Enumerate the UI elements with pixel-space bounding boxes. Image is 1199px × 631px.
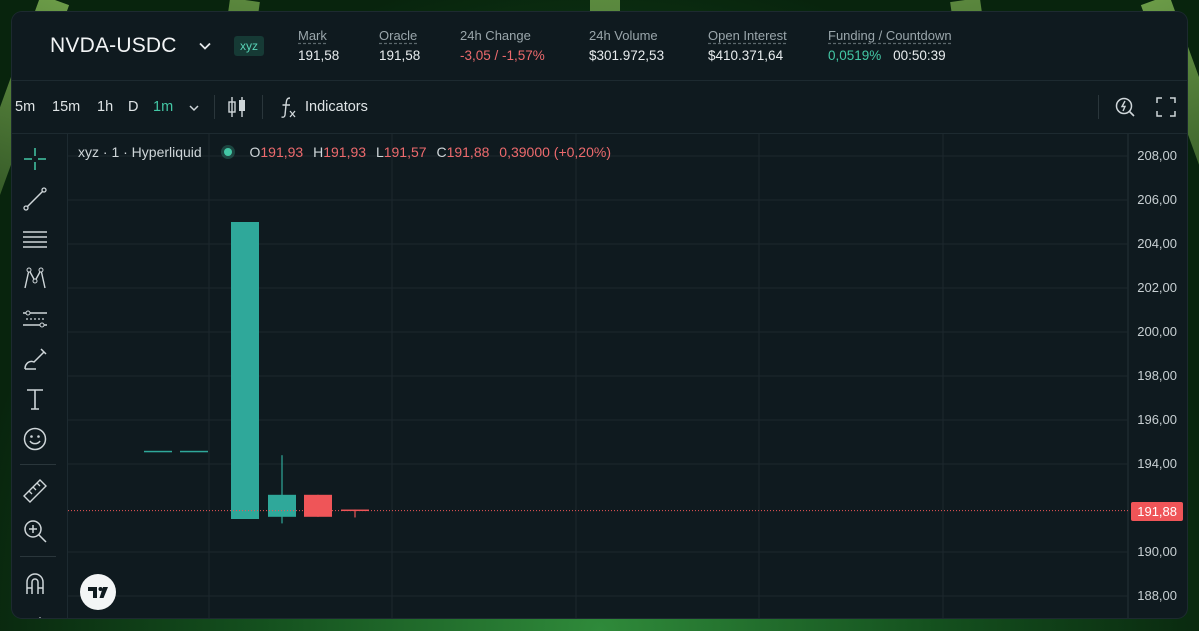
function-icon xyxy=(281,97,296,118)
dex-badge: xyz xyxy=(234,36,264,56)
ohlc-legend: xyz · 1 · Hyperliquid O191,93 H191,93 L1… xyxy=(78,144,617,160)
timeframe-5m[interactable]: 5m xyxy=(15,99,35,115)
legend-change: 0,39000 (+0,20%) xyxy=(499,144,611,160)
trading-panel: NVDA-USDC xyz Mark 191,58 Oracle 191,58 … xyxy=(12,12,1187,618)
price-chart[interactable]: xyz · 1 · Hyperliquid O191,93 H191,93 L1… xyxy=(68,134,1187,618)
zoom-in-icon[interactable] xyxy=(22,518,48,544)
legend-high-key: H xyxy=(313,144,324,160)
candle-body xyxy=(144,450,172,453)
candle-body xyxy=(341,509,369,512)
current-price-tag: 191,88 xyxy=(1131,501,1183,521)
text-icon[interactable] xyxy=(22,386,48,412)
pair-name[interactable]: NVDA-USDC xyxy=(50,34,177,58)
legend-open: 191,93 xyxy=(260,144,304,160)
funding-countdown: 00:50:39 xyxy=(893,48,946,63)
stat-value: $410.371,64 xyxy=(708,48,784,63)
toolbar-divider xyxy=(20,464,56,465)
stat-label: 24h Volume xyxy=(589,28,658,43)
timeframe-1h[interactable]: 1h xyxy=(97,99,113,115)
price-tick-label: 188,00 xyxy=(1137,588,1177,603)
price-tick-label: 202,00 xyxy=(1137,280,1177,295)
legend-open-key: O xyxy=(249,144,261,160)
fullscreen-icon[interactable] xyxy=(1155,96,1177,118)
legend-low-key: L xyxy=(375,144,384,160)
chart-toolbar: 5m 15m 1h D 1m Indicators xyxy=(12,81,1187,134)
legend-symbol[interactable]: xyz · 1 · Hyperliquid xyxy=(78,144,202,160)
market-status-dot xyxy=(223,148,232,156)
candle-body xyxy=(304,494,332,517)
stat-label[interactable]: Open Interest xyxy=(708,28,787,43)
ruler-icon[interactable] xyxy=(22,478,48,504)
price-tick-label: 190,00 xyxy=(1137,544,1177,559)
legend-low: 191,57 xyxy=(383,144,427,160)
stat-label[interactable]: Funding / Countdown xyxy=(828,28,952,43)
stat-open-interest: Open Interest $410.371,64 xyxy=(708,28,787,63)
timeframe-1m[interactable]: 1m xyxy=(153,99,173,115)
stat-value: 0,0519% 00:50:39 xyxy=(828,48,952,63)
price-tick-label: 204,00 xyxy=(1137,236,1177,251)
legend-close-key: C xyxy=(436,144,447,160)
tradingview-logo[interactable] xyxy=(80,574,116,610)
horizontal-lines-icon[interactable] xyxy=(22,226,48,252)
price-tick-label: 208,00 xyxy=(1137,148,1177,163)
price-tick-label: 196,00 xyxy=(1137,412,1177,427)
forecast-icon[interactable] xyxy=(22,306,48,332)
candles xyxy=(144,222,369,524)
timeframe-d[interactable]: D xyxy=(128,99,138,115)
magnet-icon[interactable] xyxy=(22,570,48,596)
stat-value: 191,58 xyxy=(379,48,421,63)
candle-body xyxy=(231,222,259,519)
chevron-down-icon[interactable] xyxy=(198,39,212,53)
brush-icon[interactable] xyxy=(22,346,48,372)
toolbar-divider xyxy=(262,95,263,119)
candles-icon[interactable] xyxy=(226,95,248,119)
price-tick-label: 206,00 xyxy=(1137,192,1177,207)
candle-body xyxy=(268,494,296,517)
pattern-icon[interactable] xyxy=(22,266,48,292)
stat-24h-change: 24h Change -3,05 / -1,57% xyxy=(460,28,545,63)
timeframe-15m[interactable]: 15m xyxy=(52,99,80,115)
indicators-label: Indicators xyxy=(305,99,368,115)
drawing-toolbar xyxy=(12,134,68,618)
toolbar-divider xyxy=(214,95,215,119)
stat-24h-volume: 24h Volume $301.972,53 xyxy=(589,28,664,63)
trend-line-icon[interactable] xyxy=(22,186,48,212)
tradingview-icon xyxy=(88,587,108,598)
stat-label[interactable]: Mark xyxy=(298,28,339,43)
candle-body xyxy=(180,450,208,453)
crosshair-icon[interactable] xyxy=(22,146,48,172)
price-tick-label: 200,00 xyxy=(1137,324,1177,339)
price-tick-label: 194,00 xyxy=(1137,456,1177,471)
lock-drawing-icon[interactable] xyxy=(22,610,48,618)
emoji-icon[interactable] xyxy=(22,426,48,452)
legend-close: 191,88 xyxy=(446,144,490,160)
stat-label[interactable]: Oracle xyxy=(379,28,420,43)
chart-canvas xyxy=(68,134,1129,618)
market-header: NVDA-USDC xyz Mark 191,58 Oracle 191,58 … xyxy=(12,12,1187,81)
funding-rate: 0,0519% xyxy=(828,48,882,63)
stat-funding: Funding / Countdown 0,0519% 00:50:39 xyxy=(828,28,952,63)
legend-high: 191,93 xyxy=(323,144,367,160)
stat-label: 24h Change xyxy=(460,28,531,43)
stat-value: -3,05 / -1,57% xyxy=(460,48,545,63)
stat-mark: Mark 191,58 xyxy=(298,28,339,63)
price-tick-label: 198,00 xyxy=(1137,368,1177,383)
toolbar-divider xyxy=(1098,95,1099,119)
chevron-down-icon[interactable] xyxy=(188,103,200,113)
stat-value: $301.972,53 xyxy=(589,48,665,63)
stat-oracle: Oracle 191,58 xyxy=(379,28,420,63)
grid xyxy=(68,134,1129,618)
replay-icon[interactable] xyxy=(1113,95,1137,119)
toolbar-divider xyxy=(20,556,56,557)
stat-value: 191,58 xyxy=(298,48,340,63)
